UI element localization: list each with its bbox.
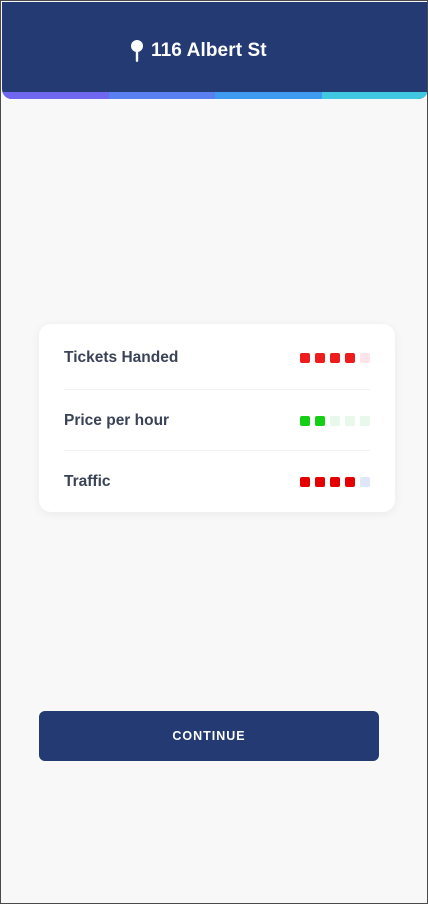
- rating-dot-empty: [360, 415, 370, 426]
- progress-segment-3: [215, 92, 322, 99]
- map-pin-icon: [129, 39, 145, 63]
- rating-dot-filled: [315, 476, 325, 487]
- progress-segment-1: [2, 92, 109, 99]
- address-text: 116 Albert St: [151, 40, 267, 61]
- rating-dot-empty: [360, 476, 370, 487]
- stats-card: Tickets Handed Price per hour Traffic: [39, 324, 395, 512]
- rating-dot-filled: [315, 353, 325, 363]
- rating-dot-filled: [300, 476, 310, 487]
- rating-dot-filled: [330, 476, 340, 487]
- address-title: 116 Albert St: [129, 38, 267, 64]
- stat-row-price: Price per hour: [64, 389, 370, 451]
- progress-segment-4: [321, 92, 427, 99]
- rating-dots: [300, 353, 370, 363]
- stat-row-tickets: Tickets Handed: [64, 327, 370, 389]
- rating-dot-filled: [330, 353, 340, 363]
- stat-label: Tickets Handed: [64, 349, 179, 366]
- stat-row-traffic: Traffic: [64, 450, 370, 512]
- rating-dot-filled: [300, 415, 310, 426]
- rating-dot-filled: [345, 476, 355, 487]
- step-progress-bar: [2, 92, 427, 99]
- stat-label: Price per hour: [64, 411, 170, 429]
- rating-dots: [300, 415, 370, 426]
- rating-dot-empty: [345, 415, 355, 426]
- rating-dot-filled: [315, 415, 325, 426]
- progress-segment-2: [108, 92, 215, 99]
- stat-label: Traffic: [64, 472, 111, 490]
- rating-dot-filled: [300, 353, 310, 363]
- app-frame: 116 Albert St Tickets Handed Price per h…: [0, 0, 428, 904]
- rating-dots: [300, 476, 370, 487]
- rating-dot-empty: [360, 353, 370, 363]
- header: 116 Albert St: [2, 2, 427, 99]
- continue-button[interactable]: CONTINUE: [39, 711, 379, 761]
- rating-dot-empty: [330, 415, 340, 426]
- rating-dot-filled: [345, 353, 355, 363]
